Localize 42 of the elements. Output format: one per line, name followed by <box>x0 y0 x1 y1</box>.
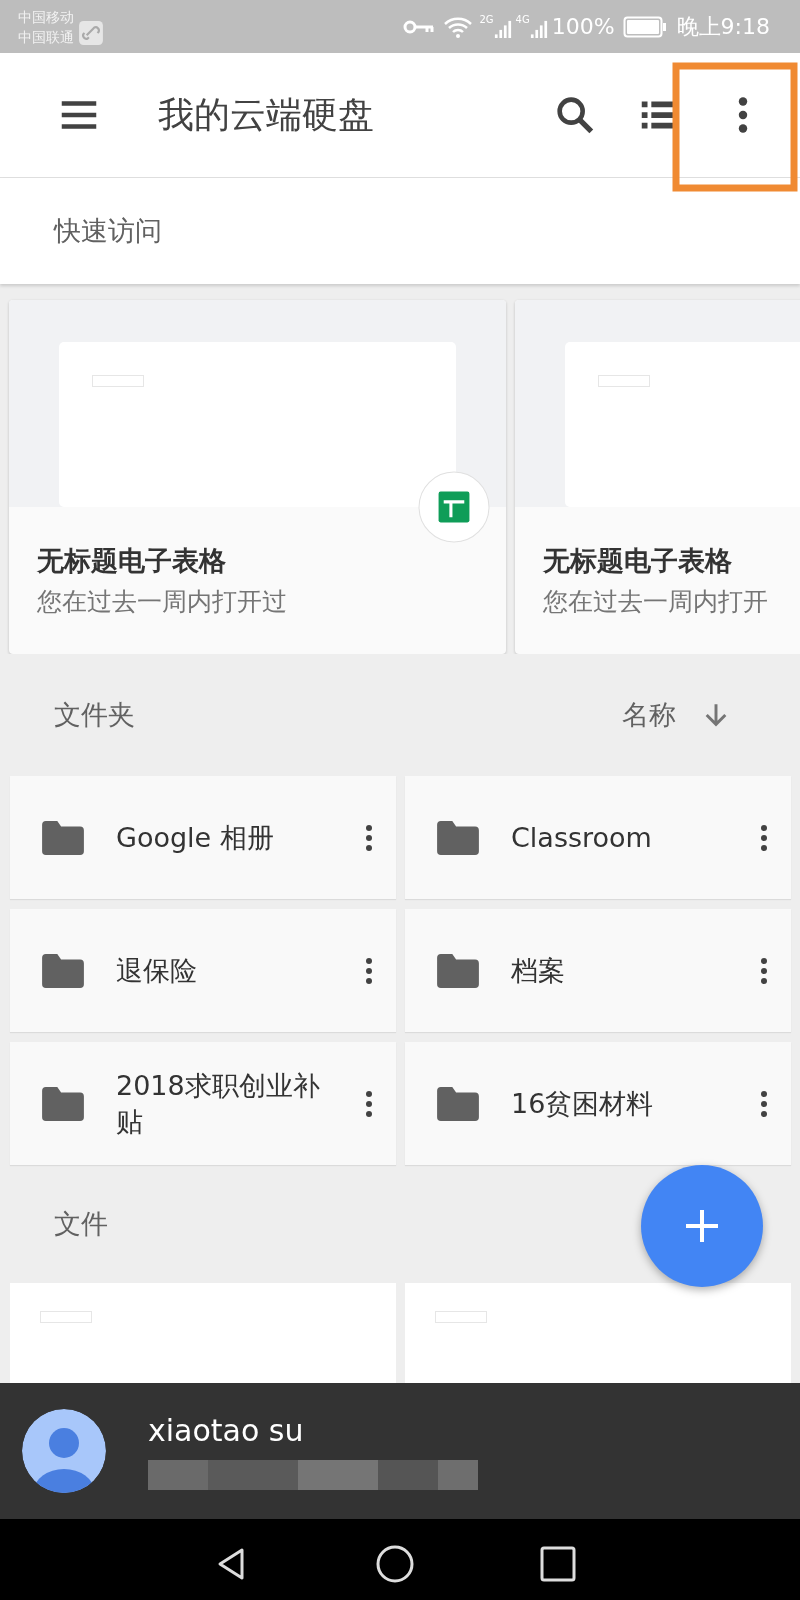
file-subtitle: 您在过去一周内打开 <box>543 586 769 618</box>
folder-name: Classroom <box>511 820 653 855</box>
spreadsheet-icon <box>418 471 490 543</box>
section-heading: 快速访问 <box>54 214 162 248</box>
folder-tile[interactable]: 退保险 <box>10 909 396 1032</box>
folder-icon <box>40 951 86 990</box>
file-title: 无标题电子表格 <box>543 544 733 578</box>
section-heading: 文件夹 <box>54 698 135 732</box>
folder-name: 退保险 <box>116 953 198 988</box>
folder-tile[interactable]: Google 相册 <box>10 776 396 899</box>
avatar-icon[interactable] <box>22 1409 106 1493</box>
home-icon[interactable] <box>375 1543 415 1584</box>
battery-level: 100% <box>551 14 615 39</box>
file-card[interactable]: 无标题电子表格 您在过去一周内打开过 <box>9 300 506 654</box>
page-title: 我的云端硬盘 <box>158 92 375 137</box>
folder-icon <box>40 818 86 857</box>
key-icon <box>403 18 436 35</box>
file-card[interactable]: 无标题电子表格 您在过去一周内打开 <box>515 300 800 654</box>
network-type: 2G <box>479 13 494 26</box>
add-button[interactable] <box>640 1164 764 1288</box>
folder-tile[interactable]: 2018求职创业补贴 <box>10 1042 396 1165</box>
link-icon <box>78 19 104 46</box>
folder-icon <box>435 818 481 857</box>
folder-tile[interactable]: 16贫困材料 <box>405 1042 791 1165</box>
folder-icon <box>435 1084 481 1123</box>
account-name: xiaotao su <box>148 1412 305 1448</box>
battery-icon <box>622 15 667 38</box>
folder-tile[interactable]: 档案 <box>405 909 791 1032</box>
clock: 晚上9:18 <box>676 12 770 41</box>
network-type: 4G <box>515 13 530 26</box>
file-title: 无标题电子表格 <box>37 544 227 578</box>
file-subtitle: 您在过去一周内打开过 <box>37 586 288 618</box>
folder-name: Google 相册 <box>116 820 275 855</box>
folder-icon <box>435 951 481 990</box>
section-heading: 文件 <box>54 1207 108 1241</box>
folder-icon <box>40 1084 86 1123</box>
wifi-icon <box>443 15 474 38</box>
folder-name: 16贫困材料 <box>511 1086 655 1121</box>
sort-label[interactable]: 名称 <box>622 697 676 733</box>
folder-tile[interactable]: Classroom <box>405 776 791 899</box>
folder-name: 2018求职创业补贴 <box>116 1068 321 1139</box>
folder-name: 档案 <box>511 953 566 988</box>
